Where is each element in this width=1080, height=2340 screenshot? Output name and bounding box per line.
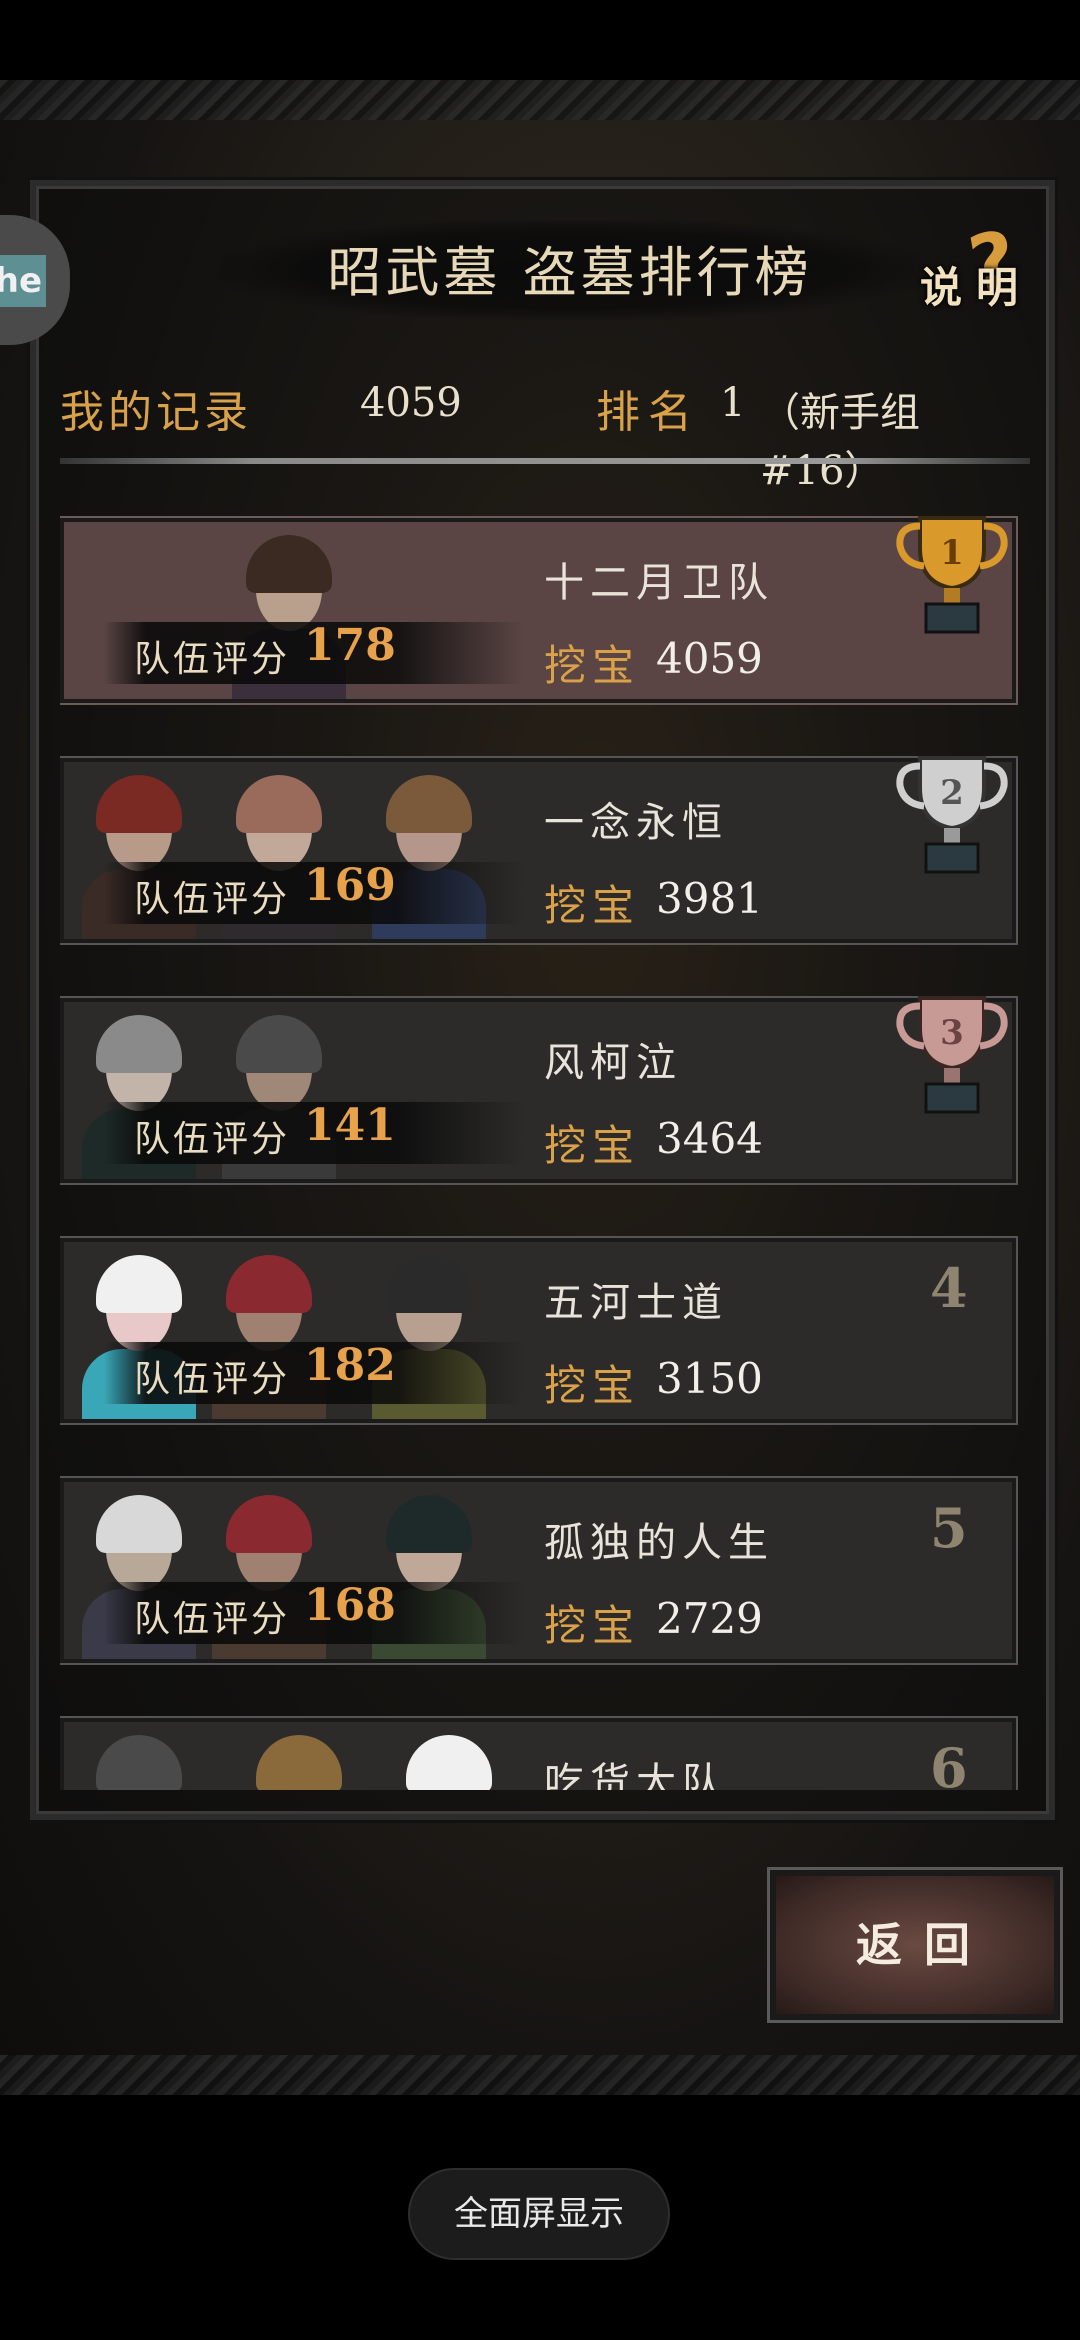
back-button[interactable]: 返回 (767, 1867, 1063, 2023)
leaderboard-entry[interactable]: 队伍评分 168 孤独的人生 挖宝 2729 5 (60, 1476, 1018, 1665)
dig-value: 4059 (656, 634, 763, 683)
rank-value: 1 (720, 380, 746, 426)
character-portrait (234, 1729, 364, 1790)
team-score-label: 队伍评分 (134, 1599, 291, 1640)
bronze-trophy-icon: 3 (896, 996, 1008, 1114)
dig-value: 3981 (656, 874, 763, 923)
team-score-label: 队伍评分 (134, 1119, 291, 1160)
team-name: 吃货大队 (544, 1760, 728, 1790)
dig-value: 3150 (656, 1354, 763, 1403)
team-name: 一念永恒 (544, 800, 728, 846)
character-portrait (384, 1729, 514, 1790)
dig-label: 挖宝 (544, 641, 641, 690)
leaderboard-entry[interactable]: 队伍评分 178 十二月卫队 挖宝 4059 1 (60, 516, 1018, 705)
leaderboard-list[interactable]: 队伍评分 178 十二月卫队 挖宝 4059 1 队伍评分 169 一念永恒 挖… (60, 510, 1020, 1790)
team-name: 五河士道 (544, 1280, 728, 1326)
page-title: 昭武墓 盗墓排行榜 (327, 241, 813, 304)
trophy-rank-number: 2 (940, 773, 964, 813)
team-score-value: 141 (304, 1100, 396, 1151)
trophy-rank-number: 1 (940, 533, 964, 573)
divider (60, 458, 1030, 464)
rank-number: 6 (930, 1736, 968, 1790)
rank-group: （新手组#16） (760, 390, 920, 494)
team-score-value: 182 (304, 1340, 396, 1391)
gold-trophy-icon: 1 (896, 516, 1008, 634)
team-name: 孤独的人生 (544, 1520, 774, 1566)
help-button[interactable]: ? 说明 (920, 215, 1040, 318)
dig-label: 挖宝 (544, 1361, 641, 1410)
rank-label: 排名 (596, 387, 700, 438)
bottom-border (0, 2055, 1080, 2095)
trophy-rank-number: 3 (940, 1013, 964, 1053)
team-name: 十二月卫队 (544, 560, 774, 606)
leaderboard-entry[interactable]: 队伍评分 182 五河士道 挖宝 3150 4 (60, 1236, 1018, 1425)
leaderboard-entry[interactable]: 队伍评分 169 一念永恒 挖宝 3981 2 (60, 756, 1018, 945)
leaderboard-entry[interactable]: 吃货大队 6 (60, 1716, 1018, 1790)
dig-label: 挖宝 (544, 1121, 641, 1170)
team-score-value: 178 (304, 620, 396, 671)
team-score-value: 169 (304, 860, 396, 911)
rank-number: 5 (930, 1496, 968, 1560)
help-label: 说明 (920, 263, 1033, 312)
my-record-row: 我的记录 4059 排名 1 （新手组#16） (60, 370, 1020, 494)
team-score-value: 168 (304, 1580, 396, 1631)
team-name: 风柯泣 (544, 1040, 682, 1086)
team-score-label: 队伍评分 (134, 1359, 291, 1400)
silver-trophy-icon: 2 (896, 756, 1008, 874)
team-portraits (64, 1722, 534, 1790)
team-score-label: 队伍评分 (134, 879, 291, 920)
leaderboard-entry[interactable]: 队伍评分 141 风柯泣 挖宝 3464 3 (60, 996, 1018, 1185)
game-screen: he 昭武墓 盗墓排行榜 ? 说明 我的记录 4059 排名 1 （新手组#16… (0, 0, 1080, 2340)
top-border (0, 80, 1080, 120)
my-record-label: 我的记录 (60, 387, 252, 438)
character-portrait (74, 1729, 204, 1790)
my-record-value: 4059 (360, 380, 462, 426)
dig-label: 挖宝 (544, 881, 641, 930)
rank-number: 4 (930, 1256, 968, 1320)
dig-value: 3464 (656, 1114, 763, 1163)
dig-label: 挖宝 (544, 1601, 641, 1650)
fullscreen-display-button[interactable]: 全面屏显示 (408, 2168, 670, 2260)
side-badge-label: he (0, 255, 46, 307)
team-score-label: 队伍评分 (134, 639, 291, 680)
dig-value: 2729 (656, 1594, 763, 1643)
